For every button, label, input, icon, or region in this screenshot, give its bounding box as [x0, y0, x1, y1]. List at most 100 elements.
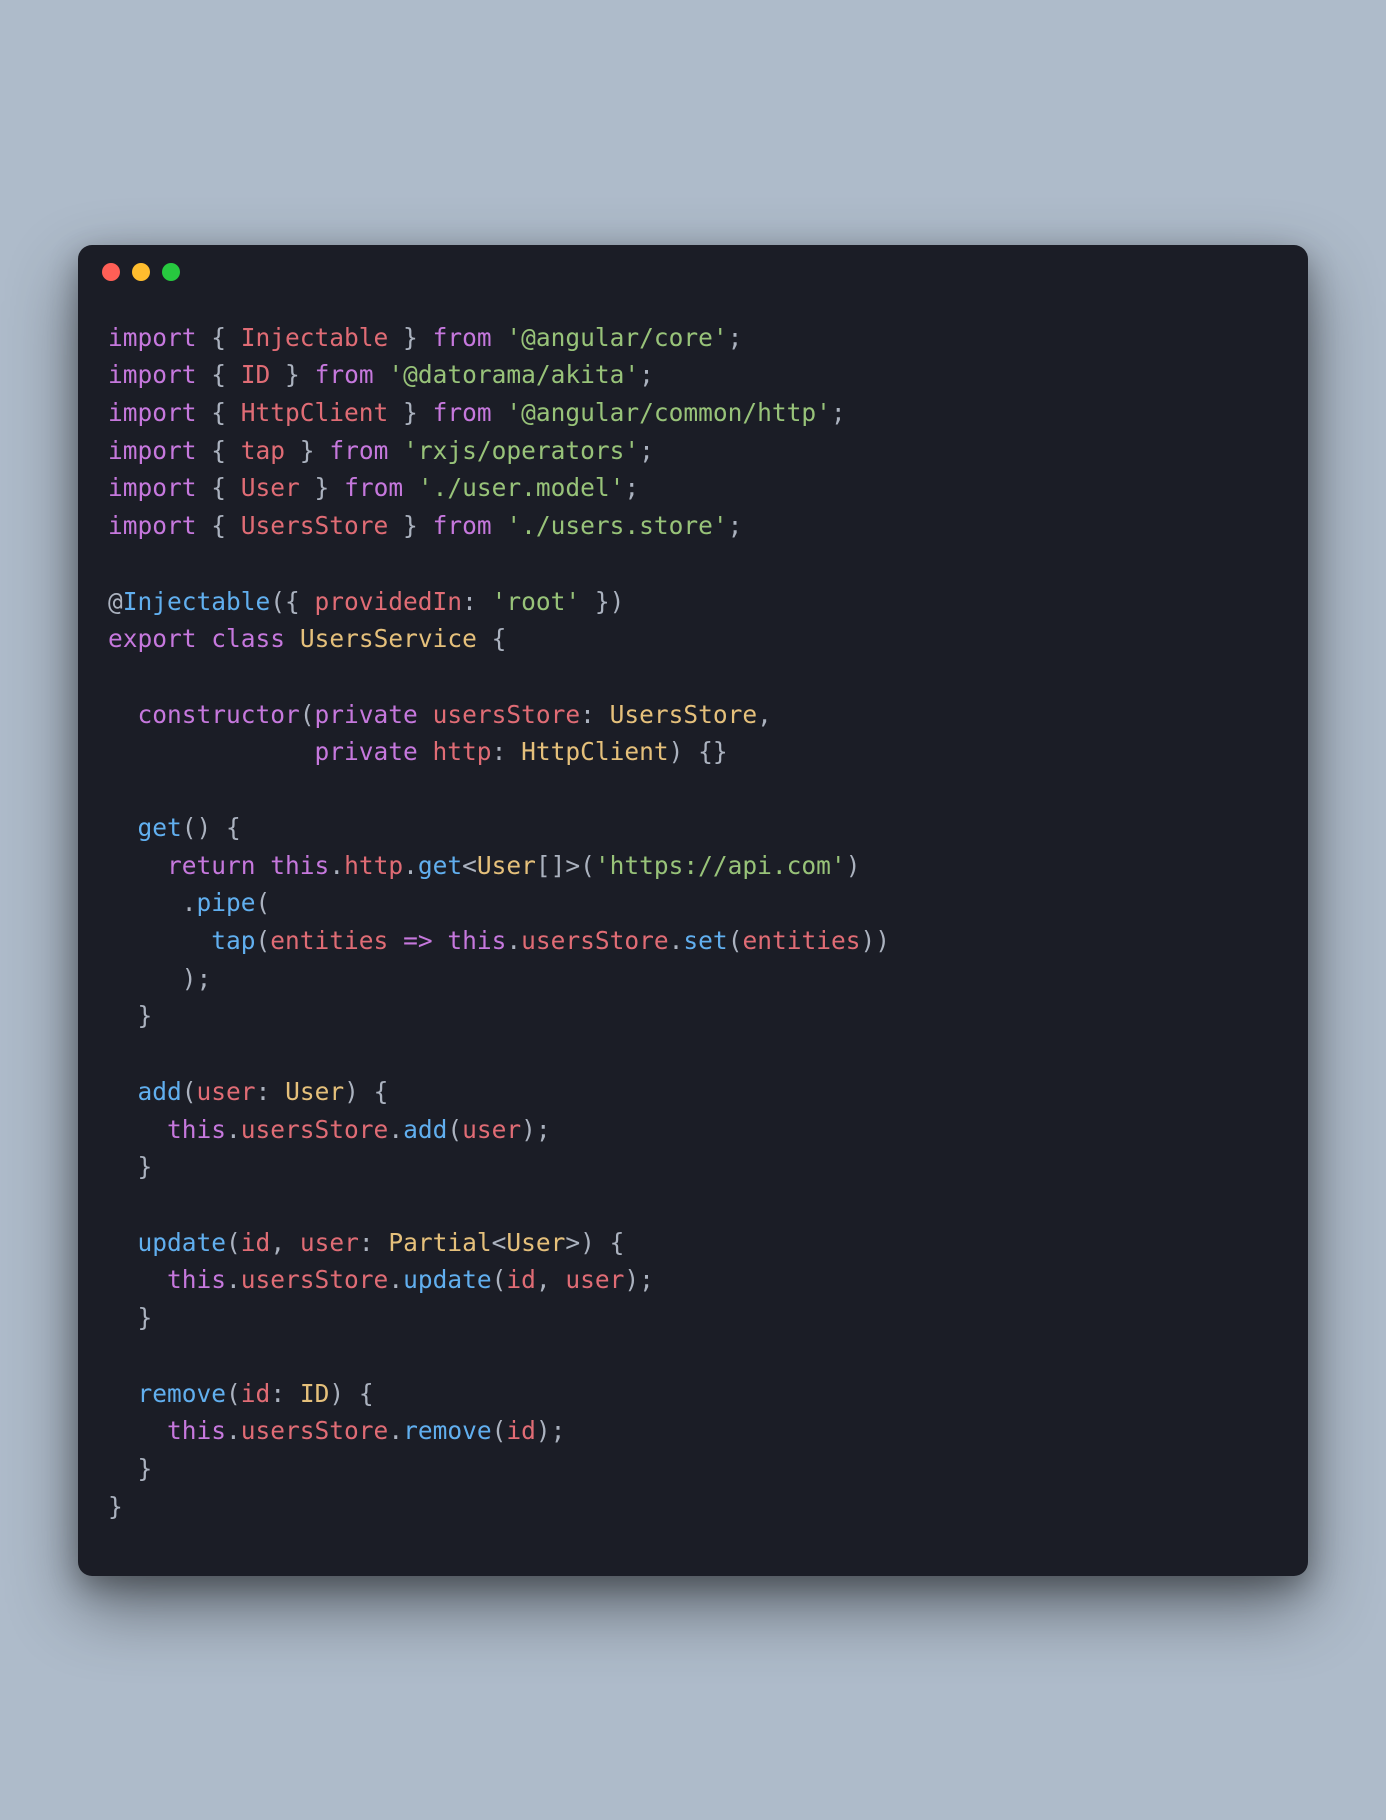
code-token: (: [447, 1115, 462, 1144]
code-token: [256, 851, 271, 880]
code-token: User: [241, 473, 300, 502]
code-token: [108, 813, 138, 842]
code-token: :: [462, 587, 492, 616]
code-token: id: [241, 1228, 271, 1257]
code-token: import: [108, 323, 197, 352]
code-token: .: [388, 1416, 403, 1445]
code-token: user: [462, 1115, 521, 1144]
code-token: [108, 737, 315, 766]
code-token: '@angular/common/http': [506, 398, 831, 427]
close-icon[interactable]: [102, 263, 120, 281]
code-token: './users.store': [506, 511, 727, 540]
code-token: UsersStore: [610, 700, 758, 729]
code-token: {: [197, 323, 241, 352]
code-token: (: [492, 1265, 507, 1294]
code-token: {: [477, 624, 507, 653]
code-token: [108, 926, 211, 955]
code-token: {: [197, 511, 241, 540]
code-token: );: [536, 1416, 566, 1445]
code-token: .: [226, 1416, 241, 1445]
code-token: ID: [300, 1379, 330, 1408]
code-token: Injectable: [123, 587, 271, 616]
code-token: [108, 1265, 167, 1294]
code-token: (: [226, 1228, 241, 1257]
code-token: }: [108, 1001, 152, 1030]
code-token: )): [860, 926, 890, 955]
code-token: usersStore: [241, 1416, 389, 1445]
code-token: return: [167, 851, 256, 880]
code-token: :: [492, 737, 522, 766]
code-token: ) {: [329, 1379, 373, 1408]
code-token: export: [108, 624, 197, 653]
code-token: import: [108, 473, 197, 502]
code-token: }: [270, 360, 314, 389]
code-token: UsersStore: [241, 511, 389, 540]
code-token: [108, 700, 138, 729]
code-token: this: [270, 851, 329, 880]
code-token: }: [108, 1492, 123, 1521]
code-token: (: [492, 1416, 507, 1445]
code-token: (: [256, 926, 271, 955]
code-token: .: [506, 926, 521, 955]
code-token: user: [197, 1077, 256, 1106]
code-token: [418, 700, 433, 729]
code-token: [197, 624, 212, 653]
code-token: }: [300, 473, 344, 502]
code-token: 'https://api.com': [595, 851, 846, 880]
code-token: @: [108, 587, 123, 616]
code-token: set: [683, 926, 727, 955]
code-token: Partial: [388, 1228, 491, 1257]
code-token: entities: [270, 926, 388, 955]
code-token: :: [580, 700, 610, 729]
code-token: [492, 398, 507, 427]
code-token: >) {: [565, 1228, 624, 1257]
code-token: [108, 1077, 138, 1106]
code-token: http: [433, 737, 492, 766]
code-token: =>: [403, 926, 433, 955]
code-token: get: [138, 813, 182, 842]
window-titlebar: [78, 245, 1308, 299]
code-token: .: [388, 1265, 403, 1294]
code-token: ,: [270, 1228, 300, 1257]
code-token: usersStore: [241, 1115, 389, 1144]
code-token: ): [846, 851, 861, 880]
code-token: from: [433, 398, 492, 427]
minimize-icon[interactable]: [132, 263, 150, 281]
code-token: {: [197, 436, 241, 465]
code-token: remove: [138, 1379, 227, 1408]
code-token: [403, 473, 418, 502]
code-token: <: [492, 1228, 507, 1257]
code-token: }: [108, 1454, 152, 1483]
code-token: constructor: [138, 700, 300, 729]
code-token: .: [108, 888, 197, 917]
code-token: import: [108, 511, 197, 540]
code-token: User: [477, 851, 536, 880]
code-token: [108, 1379, 138, 1408]
maximize-icon[interactable]: [162, 263, 180, 281]
code-token: ;: [639, 436, 654, 465]
code-token: [108, 851, 167, 880]
code-token: }: [388, 323, 432, 352]
code-token: tap: [211, 926, 255, 955]
code-token: this: [167, 1416, 226, 1445]
code-token: private: [315, 700, 418, 729]
code-token: Injectable: [241, 323, 389, 352]
code-token: ID: [241, 360, 271, 389]
code-token: (: [226, 1379, 241, 1408]
code-token: <: [462, 851, 477, 880]
code-token: usersStore: [241, 1265, 389, 1294]
code-token: []>(: [536, 851, 595, 880]
code-token: (: [256, 888, 271, 917]
code-token: 'root': [492, 587, 581, 616]
code-token: );: [624, 1265, 654, 1294]
code-token: .: [669, 926, 684, 955]
code-token: ) {}: [669, 737, 728, 766]
code-token: providedIn: [315, 587, 463, 616]
code-token: [388, 926, 403, 955]
code-token: :: [359, 1228, 389, 1257]
code-token: import: [108, 360, 197, 389]
code-token: add: [403, 1115, 447, 1144]
code-token: {: [197, 473, 241, 502]
code-token: ;: [728, 323, 743, 352]
code-token: :: [256, 1077, 286, 1106]
